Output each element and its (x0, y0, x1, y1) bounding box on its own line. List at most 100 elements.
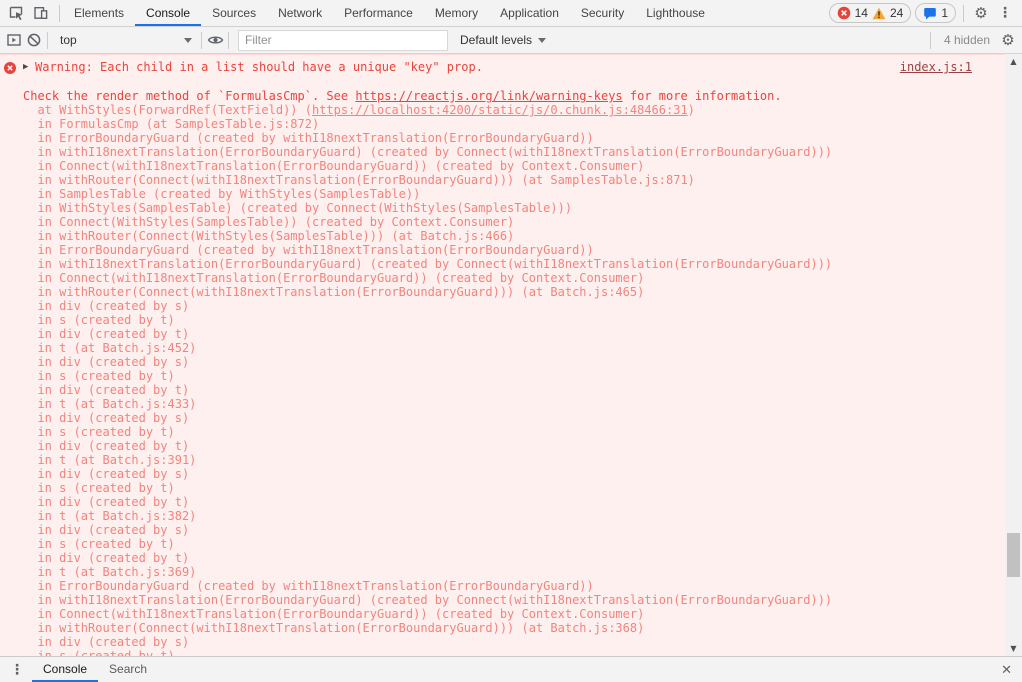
console-settings-gear-icon[interactable]: ⚙ (998, 30, 1018, 50)
tab-network[interactable]: Network (267, 0, 333, 26)
stack-line: in div (created by t) (23, 551, 1022, 565)
settings-gear-icon[interactable]: ⚙ (971, 3, 991, 23)
stack-line: in withRouter(Connect(withI18nextTransla… (23, 621, 1022, 635)
stack-line: in t (at Batch.js:452) (23, 341, 1022, 355)
stack-line: in div (created by s) (23, 355, 1022, 369)
errors-warnings-badge[interactable]: 14 24 (829, 3, 912, 23)
stack-line: in withI18nextTranslation(ErrorBoundaryG… (23, 257, 1022, 271)
main-menu-icon[interactable]: ⋮ (995, 3, 1015, 23)
console-error-message: ▶ Warning: Each child in a list should h… (0, 54, 1022, 656)
stack-line: in s (created by t) (23, 425, 1022, 439)
drawer-menu-icon[interactable]: ⋮ (0, 660, 32, 680)
stack-line: in withI18nextTranslation(ErrorBoundaryG… (23, 145, 1022, 159)
stack-line: in FormulasCmp (at SamplesTable.js:872) (23, 117, 1022, 131)
hidden-messages-count: 4 hidden (934, 33, 998, 47)
log-levels-label: Default levels (460, 33, 532, 47)
devtools-tabs: ElementsConsoleSourcesNetworkPerformance… (63, 0, 716, 26)
topbar-left-icons (0, 3, 56, 23)
inspect-element-icon[interactable] (6, 3, 26, 23)
chevron-down-icon (538, 38, 546, 43)
tab-application[interactable]: Application (489, 0, 570, 26)
console-stack: Check the render method of `FormulasCmp`… (23, 75, 1022, 656)
divider (228, 32, 229, 49)
stack-line: in ErrorBoundaryGuard (created by withI1… (23, 579, 1022, 593)
clear-console-icon[interactable] (24, 30, 44, 50)
vertical-scrollbar[interactable]: ▲ ▼ (1005, 54, 1022, 656)
warning-count: 24 (890, 6, 903, 20)
stack-line: Check the render method of `FormulasCmp`… (23, 89, 1022, 103)
stack-line: in div (created by s) (23, 411, 1022, 425)
source-link[interactable]: https://localhost:4200/static/js/0.chunk… (312, 103, 688, 117)
warning-triangle-icon (872, 7, 886, 20)
stack-line: in s (created by t) (23, 537, 1022, 551)
stack-line: in s (created by t) (23, 481, 1022, 495)
context-selector[interactable]: top (51, 29, 198, 51)
tab-console[interactable]: Console (135, 0, 201, 26)
stack-line: in t (at Batch.js:433) (23, 397, 1022, 411)
log-levels-dropdown[interactable]: Default levels (454, 33, 552, 47)
stack-line: in withI18nextTranslation(ErrorBoundaryG… (23, 593, 1022, 607)
scrollbar-thumb[interactable] (1007, 533, 1020, 577)
tab-console[interactable]: Console (32, 657, 98, 682)
tab-search[interactable]: Search (98, 657, 158, 682)
stack-line: in div (created by s) (23, 523, 1022, 537)
error-first-line: ▶ Warning: Each child in a list should h… (23, 60, 1022, 75)
stack-line: in s (created by t) (23, 369, 1022, 383)
chevron-down-icon (184, 38, 192, 43)
stack-line: in div (created by t) (23, 327, 1022, 341)
stack-line: in withRouter(Connect(withI18nextTransla… (23, 173, 1022, 187)
stack-line: in Connect(WithStyles(SamplesTable)) (cr… (23, 215, 1022, 229)
stack-line (23, 75, 1022, 89)
stack-line: in s (created by t) (23, 313, 1022, 327)
stack-line: in Connect(withI18nextTranslation(ErrorB… (23, 159, 1022, 173)
tab-elements[interactable]: Elements (63, 0, 135, 26)
stack-line: in ErrorBoundaryGuard (created by withI1… (23, 243, 1022, 257)
divider (930, 32, 931, 49)
message-count: 1 (941, 6, 948, 20)
stack-line: in ErrorBoundaryGuard (created by withI1… (23, 131, 1022, 145)
filter-input[interactable] (238, 30, 448, 51)
scroll-down-icon[interactable]: ▼ (1005, 644, 1022, 653)
stack-line: in t (at Batch.js:369) (23, 565, 1022, 579)
stack-line: in WithStyles(SamplesTable) (created by … (23, 201, 1022, 215)
divider (47, 32, 48, 49)
console-sidebar-icon[interactable] (4, 30, 24, 50)
stack-line: in Connect(withI18nextTranslation(ErrorB… (23, 271, 1022, 285)
stack-line: in div (created by t) (23, 439, 1022, 453)
error-message-text: Warning: Each child in a list should hav… (35, 60, 483, 75)
stack-line: in withRouter(Connect(WithStyles(Samples… (23, 229, 1022, 243)
stack-line: in t (at Batch.js:391) (23, 453, 1022, 467)
drawer-tabs: ConsoleSearch (32, 657, 158, 682)
stack-line: in s (created by t) (23, 649, 1022, 656)
stack-line: in Connect(withI18nextTranslation(ErrorB… (23, 607, 1022, 621)
tab-memory[interactable]: Memory (424, 0, 489, 26)
stack-line: in SamplesTable (created by WithStyles(S… (23, 187, 1022, 201)
devtools-tab-bar: ElementsConsoleSourcesNetworkPerformance… (0, 0, 1022, 27)
stack-line: in div (created by s) (23, 299, 1022, 313)
stack-line: in div (created by s) (23, 635, 1022, 649)
stack-line: in div (created by t) (23, 383, 1022, 397)
error-circle-icon (4, 62, 16, 74)
error-circle-icon (837, 6, 851, 20)
console-messages: ▶ Warning: Each child in a list should h… (0, 54, 1022, 656)
tab-performance[interactable]: Performance (333, 0, 424, 26)
messages-badge[interactable]: 1 (915, 3, 956, 23)
devtools-window: ElementsConsoleSourcesNetworkPerformance… (0, 0, 1022, 682)
stack-line: at WithStyles(ForwardRef(TextField)) (ht… (23, 103, 1022, 117)
close-drawer-icon[interactable]: ✕ (991, 662, 1022, 678)
tab-sources[interactable]: Sources (201, 0, 267, 26)
device-toolbar-icon[interactable] (31, 3, 51, 23)
stack-line: in withRouter(Connect(withI18nextTransla… (23, 285, 1022, 299)
source-link[interactable]: index.js:1 (900, 60, 972, 75)
source-link[interactable]: https://reactjs.org/link/warning-keys (355, 89, 622, 103)
divider (963, 5, 964, 22)
console-toolbar: top Default levels 4 hidden ⚙ (0, 27, 1022, 54)
expand-arrow-icon[interactable]: ▶ (23, 60, 35, 75)
live-expression-eye-icon[interactable] (205, 30, 225, 50)
scroll-up-icon[interactable]: ▲ (1005, 57, 1022, 66)
divider (59, 5, 60, 22)
error-count: 14 (855, 6, 868, 20)
tab-lighthouse[interactable]: Lighthouse (635, 0, 716, 26)
tab-security[interactable]: Security (570, 0, 635, 26)
stack-line: in div (created by t) (23, 495, 1022, 509)
